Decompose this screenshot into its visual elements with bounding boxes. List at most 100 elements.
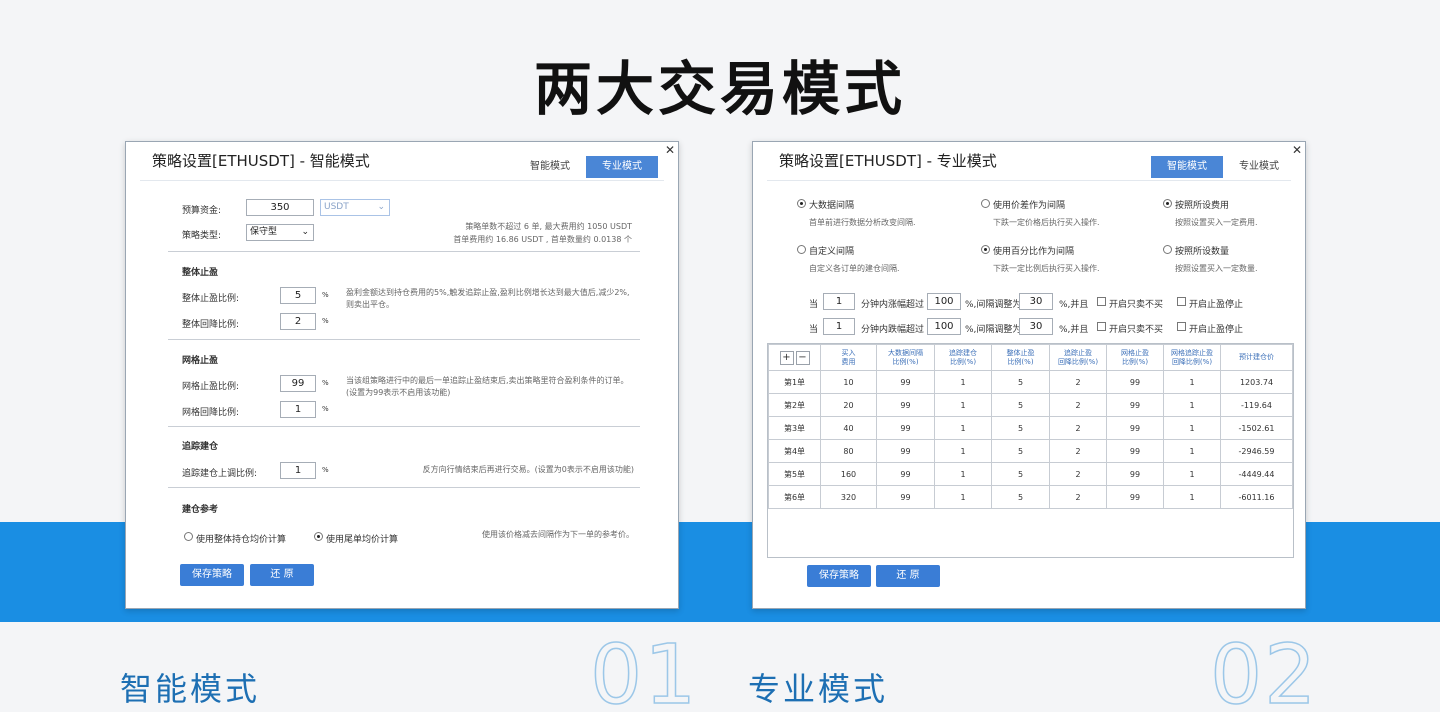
save-strategy-button[interactable]: 保存策略 [180, 564, 244, 586]
table-cell[interactable]: 99 [1106, 485, 1164, 509]
table-cell[interactable]: 99 [876, 393, 935, 417]
table-row[interactable]: 第3单 40 99 1 5 2 99 1 -1502.61 [768, 416, 1293, 440]
tp-stop-checkbox[interactable] [1177, 297, 1186, 306]
table-cell[interactable]: 1 [1163, 416, 1221, 440]
table-cell[interactable]: 20 [820, 393, 877, 417]
table-cell[interactable]: 99 [876, 439, 935, 463]
table-row[interactable]: 第4单 80 99 1 5 2 99 1 -2946.59 [768, 439, 1293, 463]
cond-pct-input[interactable]: 100 [927, 293, 961, 310]
cond-gap-input[interactable]: 30 [1019, 293, 1053, 310]
table-cell[interactable]: 1 [934, 393, 992, 417]
table-cell[interactable]: 5 [991, 393, 1050, 417]
radio-custom-gap[interactable] [797, 245, 806, 254]
grid-tp-input[interactable]: 99 [280, 375, 316, 392]
budget-input[interactable]: 350 [246, 199, 314, 216]
tab-pro-mode[interactable]: 专业模式 [586, 156, 658, 178]
cond-gap-input[interactable]: 30 [1019, 318, 1053, 335]
add-row-button[interactable]: + [779, 350, 794, 365]
table-cell[interactable]: -2946.59 [1220, 439, 1293, 463]
radio-big-data[interactable] [797, 199, 806, 208]
table-cell[interactable]: -6011.16 [1220, 485, 1293, 509]
table-cell[interactable]: 5 [991, 485, 1050, 509]
table-cell[interactable]: 40 [820, 416, 877, 440]
table-cell[interactable]: 5 [991, 462, 1050, 486]
orders-table: + − 买入 费用 大数据间隔 比例(%) 追踪建仓 比例(%) 整体止盈 比例(%) 追… [768, 344, 1293, 509]
cond-minutes-input[interactable]: 1 [823, 318, 855, 335]
table-cell[interactable]: 99 [1106, 462, 1164, 486]
table-cell[interactable]: 5 [991, 439, 1050, 463]
table-cell[interactable]: 1 [934, 439, 992, 463]
tab-pro-mode[interactable]: 专业模式 [1223, 156, 1295, 178]
table-cell[interactable]: 1 [934, 370, 992, 394]
table-cell[interactable]: 1 [1163, 485, 1221, 509]
save-strategy-button[interactable]: 保存策略 [807, 565, 871, 587]
radio-set-qty[interactable] [1163, 245, 1172, 254]
tp-stop-checkbox[interactable] [1177, 322, 1186, 331]
table-cell[interactable]: 2 [1049, 393, 1107, 417]
table-cell[interactable]: 320 [820, 485, 877, 509]
radio-custom-gap-desc: 自定义各订单的建仓间隔. [809, 264, 900, 273]
track-entry-input[interactable]: 1 [280, 462, 316, 479]
cond-minutes-input[interactable]: 1 [823, 293, 855, 310]
tab-smart-mode[interactable]: 智能模式 [1151, 156, 1223, 178]
table-cell[interactable]: 1 [1163, 393, 1221, 417]
col-header: 追踪止盈 回降比例(%) [1049, 344, 1107, 371]
table-cell[interactable]: 2 [1049, 439, 1107, 463]
radio-percent-gap[interactable] [981, 245, 990, 254]
sell-only-checkbox[interactable] [1097, 297, 1106, 306]
radio-set-cost[interactable] [1163, 199, 1172, 208]
table-cell[interactable]: 10 [820, 370, 877, 394]
table-row[interactable]: 第5单 160 99 1 5 2 99 1 -4449.44 [768, 462, 1293, 486]
caption-smart-mode: 智能模式 [120, 670, 261, 708]
remove-row-button[interactable]: − [795, 350, 810, 365]
table-cell[interactable]: 5 [991, 370, 1050, 394]
table-row[interactable]: 第2单 20 99 1 5 2 99 1 -119.64 [768, 393, 1293, 417]
grid-pb-input[interactable]: 1 [280, 401, 316, 418]
close-icon[interactable]: ✕ [1292, 143, 1302, 157]
radio-last-order[interactable] [314, 532, 323, 541]
table-cell[interactable]: 99 [1106, 416, 1164, 440]
table-cell[interactable]: 2 [1049, 485, 1107, 509]
table-cell[interactable]: 2 [1049, 416, 1107, 440]
table-cell[interactable]: -119.64 [1220, 393, 1293, 417]
table-cell[interactable]: 160 [820, 462, 877, 486]
table-row[interactable]: 第1单 10 99 1 5 2 99 1 1203.74 [768, 370, 1293, 394]
table-cell[interactable]: 99 [876, 370, 935, 394]
total-tp-note: 盈利金额达到持仓费用的5%,触发追踪止盈,盈利比例增长达到最大值后,减少2%,则… [346, 288, 630, 309]
cond-pct-input[interactable]: 100 [927, 318, 961, 335]
table-cell[interactable]: 1 [934, 485, 992, 509]
strategy-type-select[interactable]: 保守型 ⌄ [246, 224, 314, 241]
radio-price-diff[interactable] [981, 199, 990, 208]
table-cell[interactable]: 1 [1163, 462, 1221, 486]
table-cell[interactable]: 99 [876, 462, 935, 486]
sell-only-checkbox[interactable] [1097, 322, 1106, 331]
total-tp-input[interactable]: 5 [280, 287, 316, 304]
table-cell[interactable]: 1 [1163, 439, 1221, 463]
tab-smart-mode[interactable]: 智能模式 [514, 156, 586, 178]
close-icon[interactable]: ✕ [665, 143, 675, 157]
table-cell[interactable]: 1203.74 [1220, 370, 1293, 394]
table-cell[interactable]: 2 [1049, 370, 1107, 394]
radio-avg-position[interactable] [184, 532, 193, 541]
table-cell[interactable]: 1 [1163, 370, 1221, 394]
grid-tp-label: 网格止盈比例: [182, 382, 240, 392]
restore-button[interactable]: 还 原 [250, 564, 314, 586]
table-cell[interactable]: 99 [1106, 370, 1164, 394]
currency-select[interactable]: USDT ⌄ [320, 199, 390, 216]
pro-mode-dialog: 策略设置[ETHUSDT] - 专业模式 ✕ 智能模式 专业模式 大数据间隔 首… [752, 141, 1306, 609]
table-cell[interactable]: 99 [1106, 393, 1164, 417]
table-cell[interactable]: -1502.61 [1220, 416, 1293, 440]
table-cell[interactable]: 1 [934, 462, 992, 486]
table-cell[interactable]: 80 [820, 439, 877, 463]
restore-button[interactable]: 还 原 [876, 565, 940, 587]
table-row[interactable]: 第6单 320 99 1 5 2 99 1 -6011.16 [768, 485, 1293, 509]
total-pb-input[interactable]: 2 [280, 313, 316, 330]
table-cell[interactable]: 1 [934, 416, 992, 440]
table-cell[interactable]: 99 [876, 416, 935, 440]
table-cell[interactable]: -4449.44 [1220, 462, 1293, 486]
table-cell[interactable]: 99 [1106, 439, 1164, 463]
col-header: 买入 费用 [820, 344, 877, 371]
table-cell[interactable]: 99 [876, 485, 935, 509]
table-cell[interactable]: 5 [991, 416, 1050, 440]
table-cell[interactable]: 2 [1049, 462, 1107, 486]
